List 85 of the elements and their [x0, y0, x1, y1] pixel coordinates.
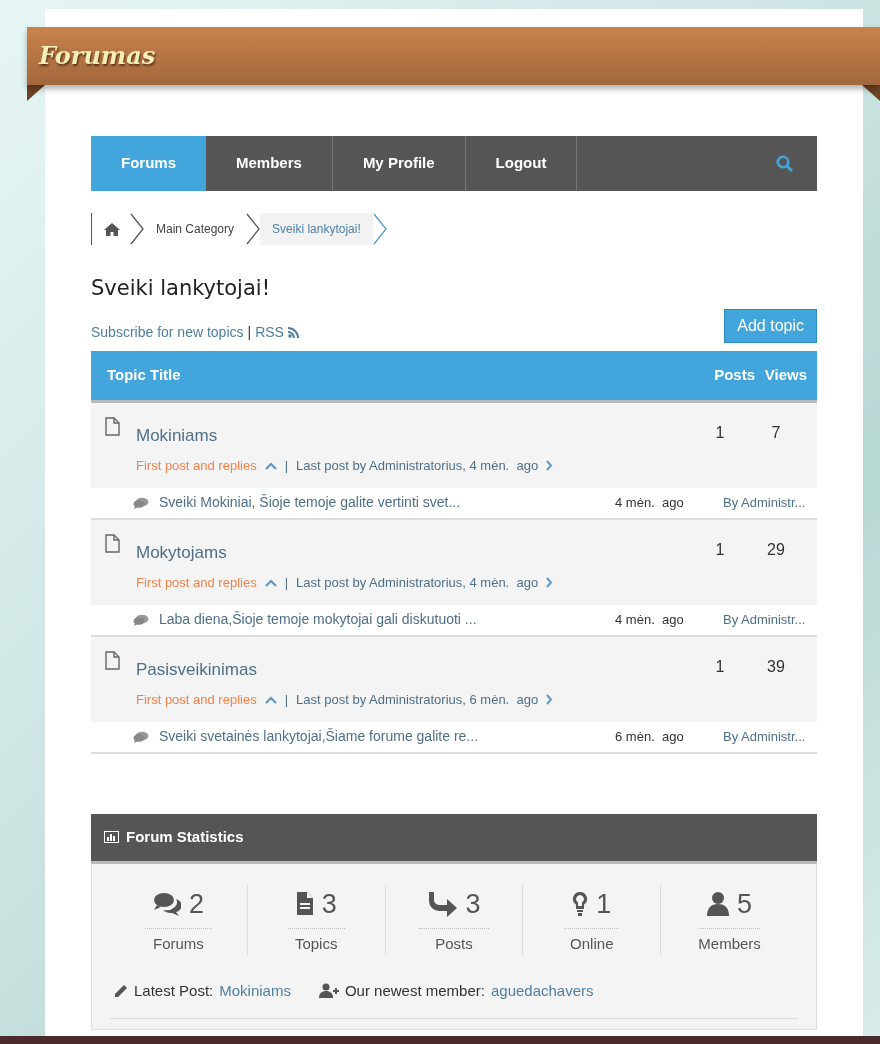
person-icon	[707, 891, 730, 917]
reply-excerpt-link[interactable]: Laba diena,Šioje temoje mokytojai gali diskutuoti ...	[159, 609, 615, 630]
share-arrow-icon	[427, 889, 458, 918]
stat-label: Posts	[435, 934, 473, 954]
reply-time: 4 mėn. ago	[615, 493, 685, 512]
first-post-label: First post and replies	[136, 691, 257, 709]
search-icon[interactable]	[776, 155, 793, 172]
chevron-up-icon	[264, 461, 277, 470]
topic-title-link[interactable]: Pasisveikinimas	[136, 656, 695, 682]
document-icon	[105, 416, 120, 436]
posts-count: 1	[714, 422, 726, 441]
chevron-right-icon	[546, 694, 554, 706]
nav-tab[interactable]: Logout	[465, 136, 578, 191]
views-count: 29	[766, 539, 786, 558]
ribbon-fold	[27, 85, 45, 101]
statistics-title: Forum Statistics	[126, 826, 244, 847]
stat-value: 1	[596, 887, 612, 921]
first-post-label: First post and replies	[136, 574, 257, 592]
column-header: Topic Title	[106, 364, 182, 385]
posts-count: 1	[714, 539, 726, 558]
stat-value: 2	[188, 887, 204, 921]
posts-count: 1	[714, 656, 726, 675]
forum-title: Sveiki lankytojai!	[91, 275, 272, 302]
chevron-up-icon	[264, 695, 277, 704]
speech-bubble-icon	[133, 496, 149, 509]
reply-excerpt-link[interactable]: Sveiki Mokiniai, Šioje temoje galite vertinti svet...	[159, 492, 615, 513]
reply-time: 6 mėn. ago	[615, 727, 685, 746]
views-count: 7	[770, 422, 782, 441]
ribbon-fold	[862, 85, 880, 101]
separator-text: |	[284, 457, 289, 475]
last-post-link[interactable]: Last post by Administratorius, 6 mėn. ago	[296, 690, 539, 710]
latest-post-link[interactable]: Mokiniams	[219, 979, 291, 1002]
stat-label: Members	[698, 934, 761, 954]
chevron-right-icon	[546, 577, 554, 589]
breadcrumb-link[interactable]: Sveiki lankytojai!	[260, 213, 373, 245]
last-post-link[interactable]: Last post by Administratorius, 4 mėn. ago	[296, 456, 539, 476]
stat-label: Topics	[294, 934, 338, 954]
views-count: 39	[766, 656, 786, 675]
topic-title-link[interactable]: Mokiniams	[136, 422, 695, 448]
reply-excerpt-link[interactable]: Sveiki svetainės lankytojai,Šiame forume galite re...	[159, 726, 615, 747]
separator-text: |	[284, 691, 289, 709]
newest-member-label: Our newest member:	[344, 980, 485, 1001]
speech-bubble-icon	[133, 613, 149, 626]
speech-bubble-icon	[133, 730, 149, 743]
lightbulb-icon	[572, 890, 589, 917]
add-user-icon	[318, 983, 339, 999]
column-header: Posts	[714, 364, 755, 385]
document-icon	[295, 891, 314, 917]
column-header: Views	[763, 364, 809, 385]
nav-tab[interactable]: Members	[206, 136, 333, 191]
chevron-up-icon	[264, 578, 277, 587]
site-logo[interactable]: Forumas	[39, 38, 156, 74]
subscribe-link[interactable]: Subscribe for new topics	[91, 321, 244, 343]
home-icon	[104, 222, 120, 236]
breadcrumb-link[interactable]: Main Category	[144, 213, 247, 245]
stat-label: Online	[570, 934, 614, 954]
chevron-icon	[372, 213, 387, 245]
stat-value: 3	[465, 887, 481, 921]
newest-member-link[interactable]: aguedachavers	[490, 979, 594, 1002]
first-post-label: First post and replies	[136, 457, 257, 475]
chevron-icon	[130, 213, 144, 245]
reply-author: By Administr...	[723, 610, 807, 629]
stat-value: 5	[737, 887, 753, 921]
pencil-icon	[114, 983, 128, 998]
add-topic-button[interactable]: Add topic	[724, 308, 817, 343]
chevron-right-icon	[546, 460, 554, 472]
rss-icon	[287, 326, 299, 338]
chart-icon	[104, 831, 119, 843]
nav-tab[interactable]: Forums	[91, 136, 206, 191]
stat-label: Forums	[152, 934, 204, 954]
latest-post-label: Latest Post:	[134, 980, 214, 1001]
separator-text: |	[284, 574, 289, 592]
topic-title-link[interactable]: Mokytojams	[136, 539, 695, 565]
reply-time: 4 mėn. ago	[615, 610, 685, 629]
rss-link[interactable]: RSS	[255, 321, 284, 343]
chat-bubbles-icon	[152, 890, 181, 917]
document-icon	[105, 533, 120, 553]
nav-tab[interactable]: My Profile	[332, 136, 466, 191]
document-icon	[105, 650, 120, 670]
reply-author: By Administr...	[723, 727, 807, 746]
stat-value: 3	[321, 887, 337, 921]
last-post-link[interactable]: Last post by Administratorius, 4 mėn. ago	[296, 573, 539, 593]
chevron-icon	[246, 213, 261, 245]
reply-author: By Administr...	[723, 493, 807, 512]
separator-text: |	[247, 322, 252, 342]
